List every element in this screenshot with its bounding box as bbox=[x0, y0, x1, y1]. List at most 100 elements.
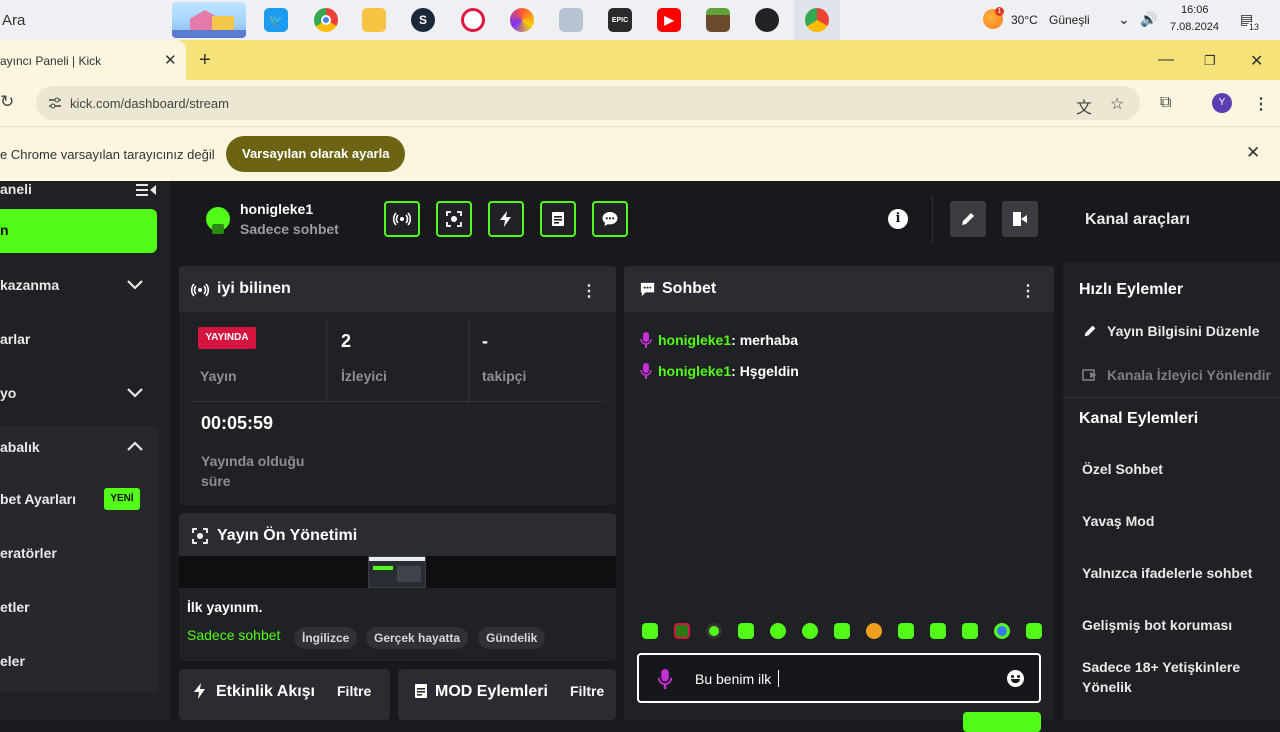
channel-action-bot-protection[interactable]: Gelişmiş bot koruması bbox=[1082, 617, 1232, 633]
channel-action-slow-mode[interactable]: Yavaş Mod bbox=[1082, 513, 1154, 529]
quick-action-edit-info[interactable]: Yayın Bilgisini Düzenle bbox=[1107, 323, 1259, 339]
avatar[interactable] bbox=[206, 207, 230, 234]
emote-icon[interactable] bbox=[674, 623, 690, 639]
sidebar-active-label: n bbox=[0, 222, 9, 238]
edit-button[interactable] bbox=[950, 201, 986, 237]
chevron-up-icon[interactable] bbox=[126, 440, 144, 452]
channel-action-18-plus[interactable]: Sadece 18+ Yetişkinlere Yönelik bbox=[1082, 657, 1272, 697]
clock-time[interactable]: 16:06 bbox=[1181, 4, 1209, 16]
sidebar-item-yo[interactable]: yo bbox=[0, 385, 16, 401]
chrome-profile-icon[interactable] bbox=[805, 8, 829, 32]
reload-icon[interactable]: ↻ bbox=[0, 92, 14, 112]
activity-filter-button[interactable]: Filtre bbox=[337, 683, 371, 699]
emote-icon[interactable] bbox=[994, 623, 1010, 639]
chevron-down-icon[interactable] bbox=[126, 279, 144, 291]
twitter-icon[interactable]: 🐦 bbox=[264, 8, 288, 32]
steam-icon[interactable]: S bbox=[411, 8, 435, 32]
emote-icon[interactable] bbox=[802, 623, 818, 639]
emote-icon[interactable] bbox=[1026, 623, 1042, 639]
kebab-menu-icon[interactable]: ⋮ bbox=[1020, 281, 1036, 301]
bookmark-star-icon[interactable]: ☆ bbox=[1110, 94, 1124, 114]
browser-icon[interactable] bbox=[510, 8, 534, 32]
sidebar-item-abalik[interactable]: abalık bbox=[0, 439, 40, 455]
emote-icon[interactable] bbox=[962, 623, 978, 639]
url-text[interactable]: kick.com/dashboard/stream bbox=[70, 96, 229, 111]
minecraft-icon[interactable] bbox=[706, 8, 730, 32]
sidebar-item-bet-ayarlari[interactable]: bet Ayarları bbox=[0, 491, 76, 507]
restore-icon[interactable]: ❐ bbox=[1204, 53, 1216, 69]
stream-thumbnail[interactable] bbox=[368, 556, 426, 588]
smile-eye bbox=[1011, 675, 1014, 678]
send-button[interactable] bbox=[963, 712, 1041, 732]
emote-icon[interactable] bbox=[834, 623, 850, 639]
emote-icon[interactable] bbox=[770, 623, 786, 639]
chat-input[interactable]: Bu benim ilk bbox=[637, 653, 1041, 703]
chat-username[interactable]: honigleke1 bbox=[658, 363, 731, 379]
chat-input-text[interactable]: Bu benim ilk bbox=[695, 671, 771, 687]
tab-close-icon[interactable]: ✕ bbox=[164, 51, 177, 69]
emoji-picker-icon[interactable] bbox=[1007, 670, 1024, 687]
tag-chip[interactable]: İngilizce bbox=[294, 627, 358, 649]
youtube-icon[interactable]: ▶ bbox=[657, 8, 681, 32]
chevron-down-icon[interactable] bbox=[126, 387, 144, 399]
sidebar-item-eratorler[interactable]: eratörler bbox=[0, 545, 57, 561]
extensions-icon[interactable]: ⧉ bbox=[1160, 94, 1171, 112]
menu-kebab-icon[interactable]: ⋮ bbox=[1253, 94, 1269, 114]
sidebar-item-eler[interactable]: eler bbox=[0, 653, 25, 669]
infobar-close-icon[interactable]: ✕ bbox=[1246, 143, 1260, 163]
tab-strip bbox=[0, 40, 1280, 80]
collapse-sidebar-icon[interactable] bbox=[136, 183, 156, 197]
tray-chevron-icon[interactable]: ⌄ bbox=[1118, 11, 1130, 28]
chat-username[interactable]: honigleke1 bbox=[658, 332, 731, 348]
channel-action-private-chat[interactable]: Özel Sohbet bbox=[1082, 461, 1163, 477]
tag-chip[interactable]: Gerçek hayatta bbox=[366, 627, 469, 649]
channel-action-emote-only[interactable]: Yalnızca ifadelerle sohbet bbox=[1082, 565, 1252, 581]
chat-bubble-icon bbox=[602, 212, 618, 226]
quick-action-redirect[interactable]: Kanala İzleyici Yönlendir bbox=[1107, 367, 1271, 383]
mod-filter-button[interactable]: Filtre bbox=[570, 683, 604, 699]
capture-button[interactable] bbox=[436, 201, 472, 237]
category-link[interactable]: Sadece sohbet bbox=[187, 627, 280, 643]
emote-icon[interactable] bbox=[642, 623, 658, 639]
file-explorer-icon[interactable] bbox=[362, 8, 386, 32]
set-default-button[interactable]: Varsayılan olarak ayarla bbox=[226, 136, 406, 172]
chat-button[interactable] bbox=[592, 201, 628, 237]
emote-icon[interactable] bbox=[866, 623, 882, 639]
sidebar-item-kazanma[interactable]: kazanma bbox=[0, 277, 59, 293]
minimize-icon[interactable]: — bbox=[1158, 51, 1174, 69]
profile-avatar[interactable]: Y bbox=[1212, 93, 1232, 113]
emote-icon[interactable] bbox=[706, 623, 722, 639]
weather-icon[interactable]: 1 bbox=[983, 7, 1004, 29]
sidebar-item-active[interactable]: n bbox=[0, 209, 157, 253]
viewers-value: 2 bbox=[341, 331, 352, 351]
browser-tab[interactable]: ayıncı Paneli | Kick ✕ bbox=[0, 40, 186, 80]
opera-icon[interactable] bbox=[461, 8, 485, 32]
volume-icon[interactable]: 🔊 bbox=[1140, 11, 1157, 28]
app-icon[interactable] bbox=[559, 8, 583, 32]
search-highlight-image[interactable] bbox=[172, 2, 246, 38]
omnibox[interactable]: kick.com/dashboard/stream bbox=[36, 86, 1140, 120]
new-tab-icon[interactable]: + bbox=[199, 49, 211, 72]
site-settings-icon[interactable] bbox=[48, 96, 62, 110]
emote-icon[interactable] bbox=[898, 623, 914, 639]
epic-games-icon[interactable]: EPIC bbox=[608, 8, 632, 32]
sidebar-item-arlar[interactable]: arlar bbox=[0, 331, 30, 347]
sidebar-item-etler[interactable]: etler bbox=[0, 599, 30, 615]
kebab-menu-icon[interactable]: ⋮ bbox=[581, 281, 597, 301]
emote-icon[interactable] bbox=[738, 623, 754, 639]
lightning-button[interactable] bbox=[488, 201, 524, 237]
taskbar-search-label[interactable]: Ara bbox=[2, 12, 25, 29]
info-icon[interactable]: i bbox=[888, 209, 908, 229]
window-close-icon[interactable]: ✕ bbox=[1250, 51, 1263, 71]
notes-button[interactable] bbox=[540, 201, 576, 237]
lightning-icon bbox=[194, 683, 205, 699]
tag-chip[interactable]: Gündelik bbox=[478, 627, 546, 649]
translate-icon[interactable]: 文 bbox=[1076, 94, 1092, 118]
emote-icon[interactable] bbox=[930, 623, 946, 639]
chrome-icon[interactable] bbox=[314, 8, 338, 32]
clock-date[interactable]: 7.08.2024 bbox=[1170, 21, 1219, 33]
app2-icon[interactable] bbox=[755, 8, 779, 32]
exit-button[interactable] bbox=[1002, 201, 1038, 237]
stat-row-divider bbox=[190, 401, 605, 402]
broadcast-button[interactable] bbox=[384, 201, 420, 237]
